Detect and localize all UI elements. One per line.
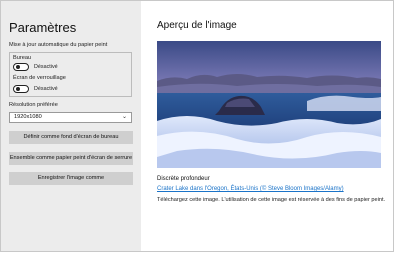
lockscreen-label: Écran de verrouillage (13, 75, 66, 81)
desktop-toggle[interactable] (13, 63, 29, 71)
set-both-button[interactable]: Ensemble comme papier peint d'écran de s… (9, 152, 133, 165)
image-credit-link[interactable]: Crater Lake dans l'Oregon, États-Unis (©… (157, 186, 344, 192)
toggle-knob (15, 87, 20, 92)
auto-update-label: Mise à jour automatique du papier peint (9, 42, 108, 48)
image-caption: Discrète profondeur (157, 176, 210, 182)
settings-sidebar: Paramètres Mise à jour automatique du pa… (1, 1, 141, 251)
lockscreen-toggle-row: Désactivé (13, 85, 58, 93)
lockscreen-toggle-state: Désactivé (34, 86, 58, 92)
image-usage-note: Téléchargez cette image. L'utilisation d… (157, 197, 386, 203)
preview-pane: Aperçu de l'image Discrète profondeur Cr… (141, 1, 393, 251)
app-window: — ☐ ✕ Paramètres Mise à jour automatique… (0, 0, 394, 252)
desktop-toggle-state: Désactivé (34, 64, 58, 70)
lockscreen-toggle[interactable] (13, 85, 29, 93)
desktop-label: Bureau (13, 55, 32, 61)
chevron-down-icon: ⌄ (121, 114, 127, 120)
resolution-label: Résolution préférée (9, 102, 58, 108)
settings-title: Paramètres (9, 20, 77, 35)
preview-title: Aperçu de l'image (157, 20, 237, 31)
save-image-button[interactable]: Enregistrer l'image comme (9, 172, 133, 185)
resolution-select[interactable]: 1920x1080 ⌄ (9, 112, 132, 123)
wallpaper-preview-image (157, 41, 381, 168)
resolution-value: 1920x1080 (14, 114, 42, 120)
desktop-toggle-row: Désactivé (13, 63, 58, 71)
toggle-knob (15, 65, 20, 70)
set-desktop-button[interactable]: Définir comme fond d'écran de bureau (9, 131, 133, 144)
